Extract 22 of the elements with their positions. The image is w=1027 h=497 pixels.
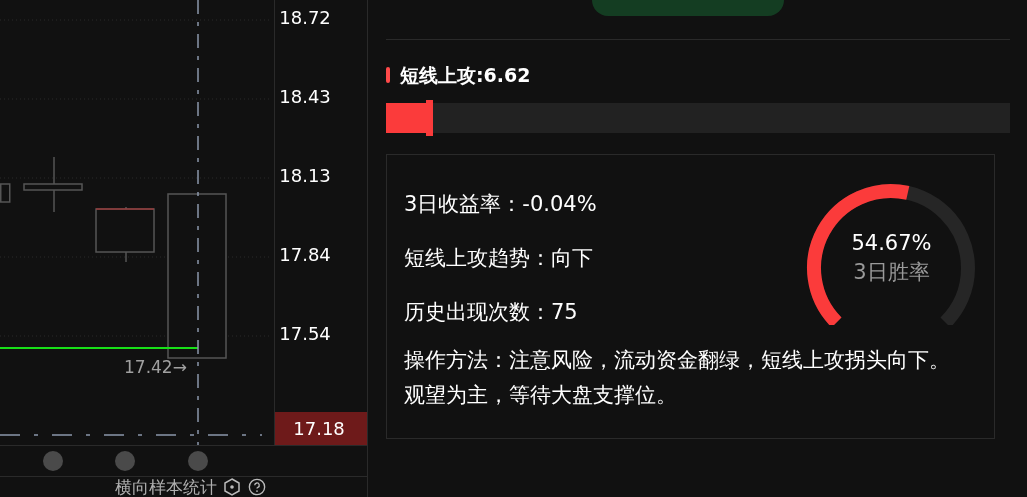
price-axis-label: 18.13 <box>279 165 332 187</box>
current-price-label: 17.18 <box>275 412 367 445</box>
hexagon-icon[interactable] <box>223 478 241 496</box>
footer-label: 横向样本统计 <box>115 477 217 497</box>
stat-text: 短线上攻趋势：向下 <box>404 245 594 272</box>
price-axis-label: 18.72 <box>279 7 332 29</box>
help-icon[interactable] <box>247 478 267 496</box>
indicator-title: 短线上攻:6.62 <box>400 63 531 88</box>
stat-text: 历史出现次数：75 <box>404 299 579 326</box>
method-paragraph: 操作方法：注意风险，流动资金翻绿，短线上攻拐头向下。观望为主，等待大盘支撑位。 <box>404 347 951 409</box>
price-marker-label: 17.42→ <box>124 356 187 378</box>
price-axis-label: 17.84 <box>279 244 332 266</box>
candle <box>0 183 11 203</box>
gauge-label: 3日胜率 <box>853 259 930 286</box>
candle <box>95 206 155 263</box>
price-axis-label: 17.54 <box>279 323 332 345</box>
title-marker <box>386 67 390 83</box>
price-axis-label: 18.43 <box>279 86 332 108</box>
level-bar-thumb <box>425 100 433 136</box>
gauge-value: 54.67% <box>851 230 932 257</box>
stat-text: 3日收益率：-0.04% <box>404 191 598 218</box>
candle <box>23 156 83 213</box>
